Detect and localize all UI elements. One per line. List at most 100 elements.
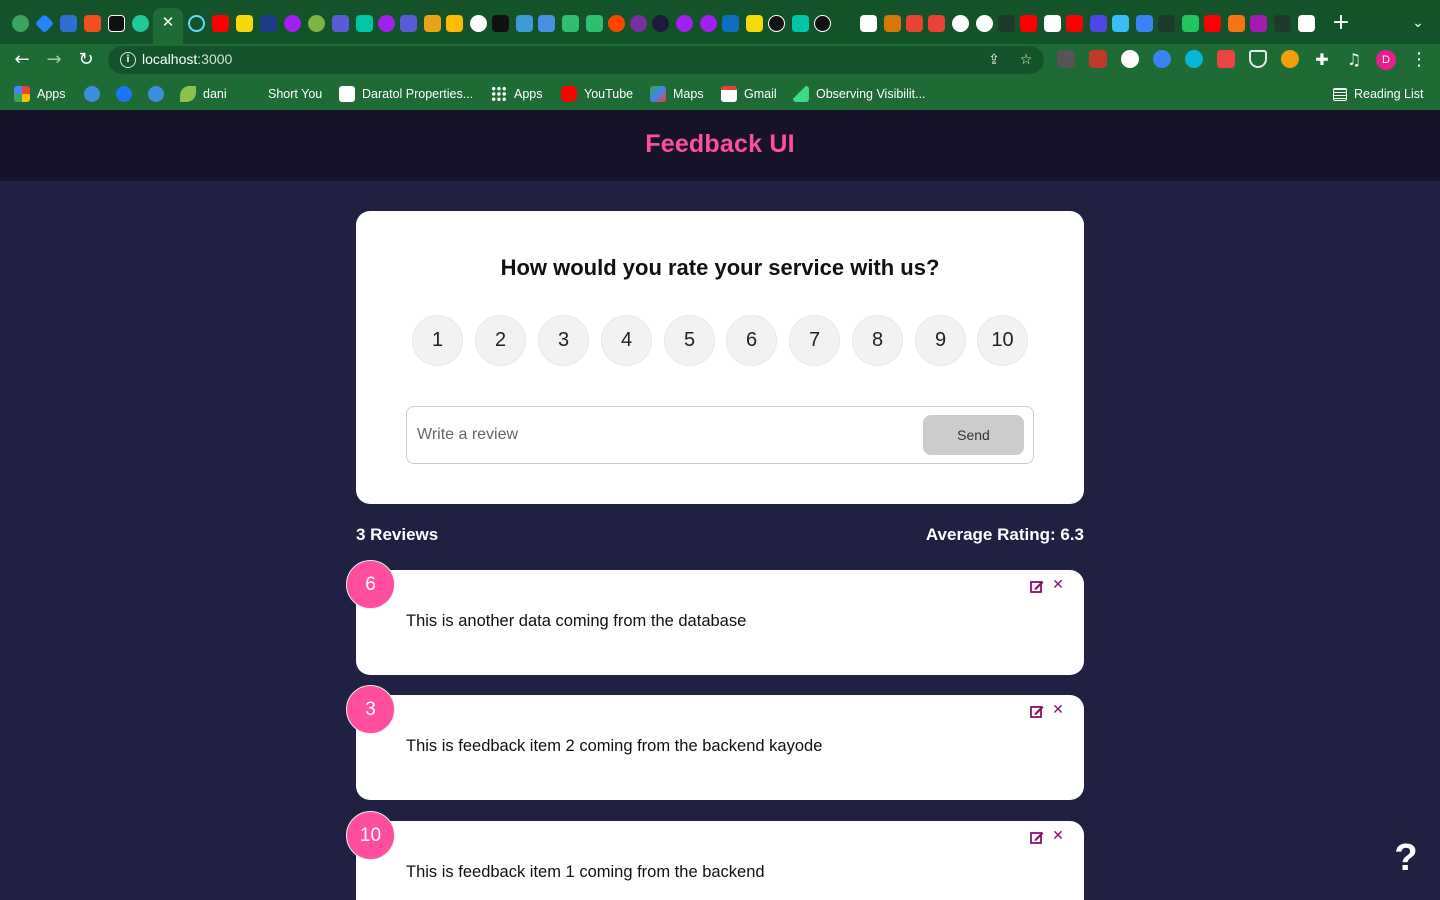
tab-favicon-15[interactable]: [400, 15, 417, 32]
rating-option-6[interactable]: 6: [726, 315, 777, 366]
delete-x-icon[interactable]: ✕: [1051, 578, 1065, 593]
profile-avatar[interactable]: D: [1376, 50, 1396, 70]
bookmark-facebook[interactable]: [116, 84, 139, 104]
edit-icon[interactable]: [1030, 579, 1044, 593]
tab-favicon-12[interactable]: [332, 15, 349, 32]
tab-favicon-gmail[interactable]: [906, 15, 923, 32]
tab-favicon-3[interactable]: [60, 15, 77, 32]
bookmark-wordpress-2[interactable]: [148, 84, 171, 104]
rating-option-10[interactable]: 10: [977, 315, 1028, 366]
tab-favicon-39[interactable]: [976, 15, 993, 32]
tab-favicon-52[interactable]: [1274, 15, 1291, 32]
tab-favicon-23[interactable]: [586, 15, 603, 32]
tab-favicon-51[interactable]: [1250, 15, 1267, 32]
tab-favicon-github-2[interactable]: [814, 15, 831, 32]
tab-favicon-40[interactable]: [998, 15, 1015, 32]
extension-icon-8[interactable]: [1281, 50, 1299, 68]
tab-favicon-25[interactable]: [630, 15, 647, 32]
bookmark-star-icon[interactable]: ☆: [1016, 50, 1036, 70]
extension-icon-1[interactable]: [1057, 50, 1075, 68]
delete-x-icon[interactable]: ✕: [1051, 829, 1065, 844]
bookmark-wordpress[interactable]: [84, 84, 107, 104]
tab-favicon-47[interactable]: [1158, 15, 1175, 32]
tab-search-chevron-icon[interactable]: ⌄: [1408, 13, 1428, 33]
tab-favicon-google[interactable]: [470, 15, 487, 32]
edit-icon[interactable]: [1030, 830, 1044, 844]
tab-favicon-27[interactable]: [676, 15, 693, 32]
tab-favicon-reddit[interactable]: [608, 15, 625, 32]
tab-favicon-34[interactable]: [860, 15, 877, 32]
send-button[interactable]: Send: [923, 415, 1024, 455]
bookmark-short-you[interactable]: Short You: [268, 84, 322, 104]
tab-favicon-youtube-2[interactable]: [1020, 15, 1037, 32]
address-bar[interactable]: i localhost:3000 ⇪ ☆: [108, 46, 1044, 74]
tab-favicon-29[interactable]: [722, 15, 739, 32]
tab-favicon-13[interactable]: [356, 15, 373, 32]
tab-favicon-11[interactable]: [308, 15, 325, 32]
extension-icon-2[interactable]: [1089, 50, 1107, 68]
tab-favicon-download[interactable]: [1044, 15, 1061, 32]
review-input[interactable]: [417, 416, 917, 454]
tab-favicon-50[interactable]: [1228, 15, 1245, 32]
rating-option-1[interactable]: 1: [412, 315, 463, 366]
tab-favicon-1[interactable]: [12, 15, 29, 32]
rating-option-9[interactable]: 9: [915, 315, 966, 366]
tab-favicon-audio[interactable]: [1298, 15, 1315, 32]
bookmark-dani[interactable]: dani: [180, 84, 227, 104]
tab-favicon-32[interactable]: [792, 15, 809, 32]
bookmark-apps[interactable]: Apps: [14, 84, 66, 104]
edit-icon[interactable]: [1030, 704, 1044, 718]
tab-favicon-8[interactable]: [236, 15, 253, 32]
tab-close-icon[interactable]: ✕: [160, 14, 176, 30]
help-question-icon[interactable]: ?: [1390, 836, 1422, 880]
address-url[interactable]: localhost:3000: [142, 51, 232, 67]
tab-favicon-5[interactable]: [108, 15, 125, 32]
new-tab-button[interactable]: +: [1330, 10, 1352, 36]
tab-favicon-44[interactable]: [1090, 15, 1107, 32]
tab-favicon-22[interactable]: [562, 15, 579, 32]
tab-favicon-google-2[interactable]: [952, 15, 969, 32]
tab-favicon-26[interactable]: [652, 15, 669, 32]
bookmark-apps-2[interactable]: Apps: [491, 84, 543, 104]
bookmark-youtube[interactable]: YouTube: [561, 84, 633, 104]
bookmark-observing[interactable]: Observing Visibilit...: [793, 84, 926, 104]
extension-icon-6[interactable]: [1217, 50, 1235, 68]
tab-favicon-6[interactable]: [132, 15, 149, 32]
bookmark-maps[interactable]: Maps: [650, 84, 704, 104]
rating-option-4[interactable]: 4: [601, 315, 652, 366]
tab-favicon-youtube-3[interactable]: [1066, 15, 1083, 32]
tab-favicon-20[interactable]: [516, 15, 533, 32]
tab-favicon-35[interactable]: [884, 15, 901, 32]
shield-icon[interactable]: [1249, 50, 1267, 68]
bookmark-daratol[interactable]: Daratol Properties...: [339, 84, 473, 104]
tab-favicon-14[interactable]: [378, 15, 395, 32]
tab-favicon-9[interactable]: [260, 15, 277, 32]
rating-option-7[interactable]: 7: [789, 315, 840, 366]
tab-favicon-drive[interactable]: [446, 15, 463, 32]
tab-favicon-github[interactable]: [768, 15, 785, 32]
extension-icon-5[interactable]: [1185, 50, 1203, 68]
media-queue-icon[interactable]: ♫: [1342, 48, 1366, 72]
extensions-puzzle-icon[interactable]: ✚: [1310, 48, 1334, 72]
tab-favicon-gmail-2[interactable]: [928, 15, 945, 32]
rating-option-5[interactable]: 5: [664, 315, 715, 366]
tab-favicon-16[interactable]: [424, 15, 441, 32]
reload-icon[interactable]: ↻: [74, 48, 98, 72]
tab-favicon-4[interactable]: [84, 15, 101, 32]
site-info-icon[interactable]: i: [120, 52, 136, 68]
rating-option-2[interactable]: 2: [475, 315, 526, 366]
extension-icon-3[interactable]: [1121, 50, 1139, 68]
share-icon[interactable]: ⇪: [984, 50, 1004, 70]
tab-favicon-react[interactable]: [188, 15, 205, 32]
tab-favicon-48[interactable]: [1182, 15, 1199, 32]
rating-option-3[interactable]: 3: [538, 315, 589, 366]
forward-arrow-icon[interactable]: →: [42, 48, 66, 72]
tab-favicon-19[interactable]: [492, 15, 509, 32]
back-arrow-icon[interactable]: ←: [10, 48, 34, 72]
reading-list[interactable]: Reading List: [1333, 84, 1424, 104]
tab-favicon-21[interactable]: [538, 15, 555, 32]
tab-favicon-30[interactable]: [746, 15, 763, 32]
tab-favicon-youtube[interactable]: [212, 15, 229, 32]
tab-favicon-28[interactable]: [700, 15, 717, 32]
extension-icon-4[interactable]: [1153, 50, 1171, 68]
